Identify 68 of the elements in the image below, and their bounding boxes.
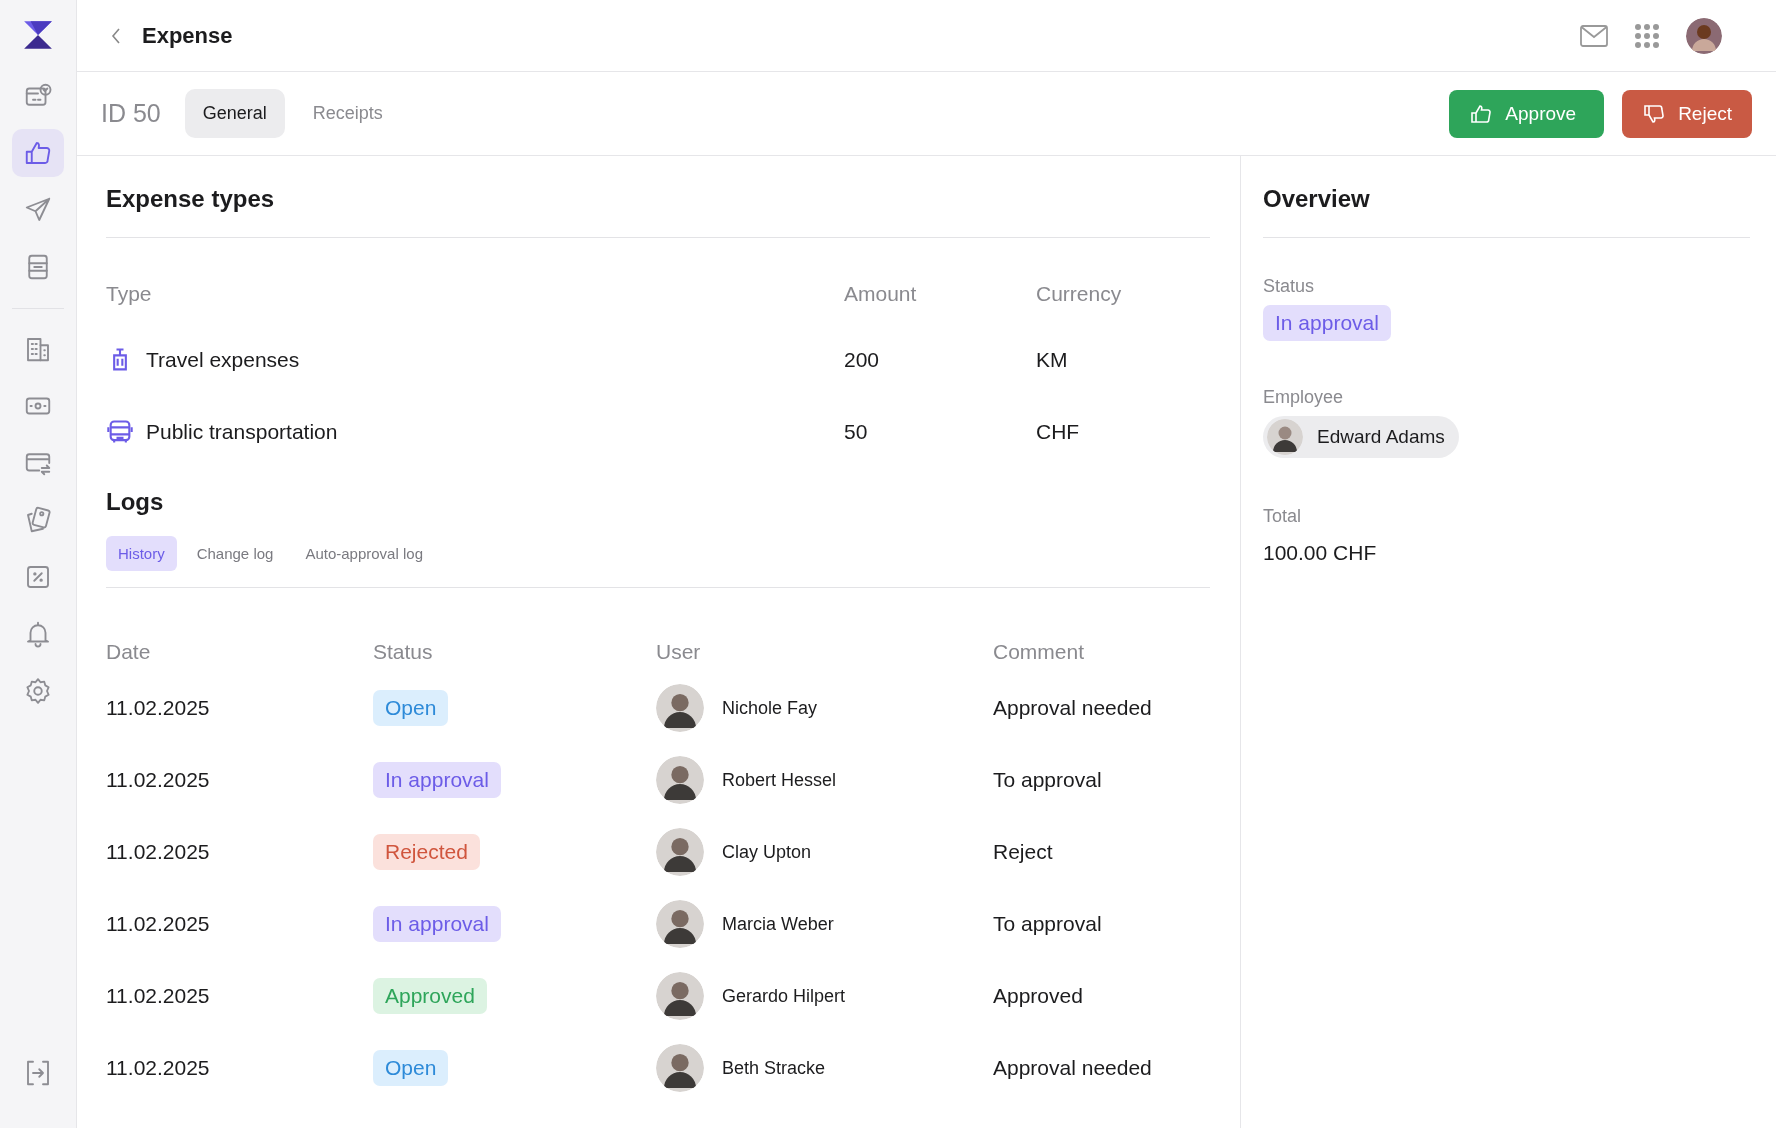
column-header: Date xyxy=(106,640,152,665)
table-cell-text: 11.02.2025 xyxy=(106,696,211,720)
section-title: Expense types xyxy=(106,184,276,214)
mail-icon[interactable] xyxy=(1580,24,1608,47)
tab[interactable]: Auto-approval log xyxy=(293,536,435,571)
approve-button[interactable]: Approve xyxy=(1449,89,1605,138)
table-cell-text: 50 xyxy=(844,420,869,444)
section-title: Logs xyxy=(106,487,165,517)
user-avatar[interactable] xyxy=(1686,17,1722,54)
avatar xyxy=(1267,419,1303,455)
tab[interactable]: Receipts xyxy=(294,89,401,138)
field-label: Total xyxy=(1263,506,1302,527)
table-cell-text: 11.02.2025 xyxy=(106,840,211,864)
bus-icon xyxy=(106,418,134,446)
field-label: Employee xyxy=(1263,387,1344,408)
table-cell-text: To approval xyxy=(993,768,1103,792)
tab[interactable]: History xyxy=(106,536,177,571)
table-cell-text: Approval needed xyxy=(993,696,1153,720)
table-cell-text: Approval needed xyxy=(993,1056,1153,1080)
user-name: Clay Upton xyxy=(722,841,812,863)
avatar xyxy=(656,828,704,876)
status-badge: In approval xyxy=(373,906,501,942)
record-id: ID 50 xyxy=(101,99,161,128)
table-cell-text: 11.02.2025 xyxy=(106,984,211,1008)
user-name: Nichole Fay xyxy=(722,697,818,719)
section-title: Overview xyxy=(1263,184,1370,214)
avatar xyxy=(656,972,704,1020)
table-cell-text: To approval xyxy=(993,912,1103,936)
status-badge: In approval xyxy=(373,762,501,798)
column-header: Amount xyxy=(844,282,918,306)
field-label: Status xyxy=(1263,276,1315,297)
user-name: Robert Hessel xyxy=(722,769,837,791)
tab[interactable]: Change log xyxy=(184,536,286,571)
page-title: Expense xyxy=(142,22,233,49)
column-header: Status xyxy=(373,640,434,665)
column-header: Comment xyxy=(993,640,1086,665)
table-cell-text: Reject xyxy=(993,840,1054,864)
reject-button[interactable]: Reject xyxy=(1622,89,1752,138)
avatar xyxy=(656,900,704,948)
avatar xyxy=(656,1044,704,1092)
status-badge: Open xyxy=(373,1050,449,1086)
table-cell-text: 11.02.2025 xyxy=(106,1056,211,1080)
table-cell: Travel expenses xyxy=(146,348,300,372)
avatar xyxy=(656,684,704,732)
table-cell-text: 200 xyxy=(844,348,881,372)
column-header: User xyxy=(656,640,702,665)
apps-grid-icon[interactable] xyxy=(1634,22,1660,49)
status-badge: Rejected xyxy=(373,834,480,870)
user-name: Marcia Weber xyxy=(722,913,834,935)
avatar xyxy=(656,756,704,804)
status-badge: Open xyxy=(373,690,449,726)
total-value: 100.00 CHF xyxy=(1263,541,1377,565)
table-cell-text: 11.02.2025 xyxy=(106,912,211,936)
tab[interactable]: General xyxy=(184,89,285,138)
table-cell-text: KM xyxy=(1036,348,1069,372)
user-name: Beth Stracke xyxy=(722,1057,826,1079)
column-header: Currency xyxy=(1036,282,1123,306)
column-header: Type xyxy=(106,282,153,306)
status-badge: In approval xyxy=(1263,305,1391,341)
thumb-icon[interactable] xyxy=(12,129,64,177)
employee-chip[interactable]: Edward Adams xyxy=(1263,416,1459,458)
user-name: Gerardo Hilpert xyxy=(722,985,846,1007)
table-cell-text: CHF xyxy=(1036,420,1081,444)
table-cell-text: Approved xyxy=(993,984,1084,1008)
logo-icon[interactable] xyxy=(22,18,54,52)
status-badge: Approved xyxy=(373,978,487,1014)
table-cell-text: 11.02.2025 xyxy=(106,768,211,792)
table-cell: Public transportation xyxy=(146,420,338,444)
